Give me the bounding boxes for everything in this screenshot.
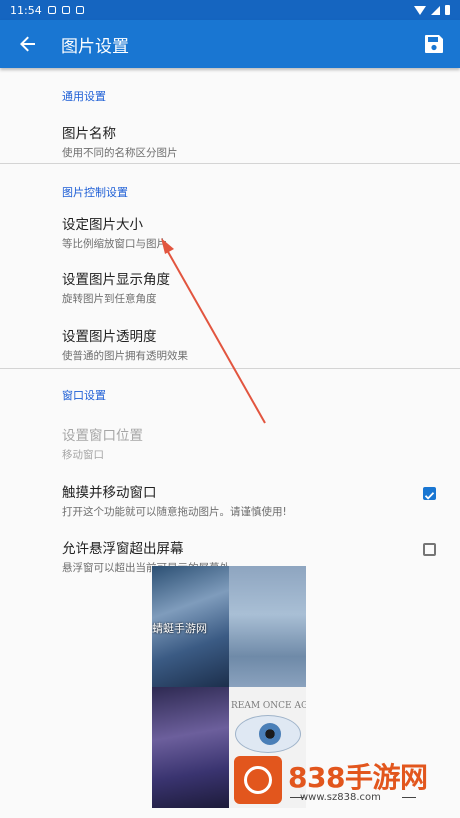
category-general: 通用设置 xyxy=(62,90,106,103)
category-control: 图片控制设置 xyxy=(62,186,128,199)
pref-summary: 打开这个功能就可以随意拖动图片。请谨慎使用! xyxy=(62,506,287,518)
pref-summary: 移动窗口 xyxy=(62,449,104,461)
page-title: 图片设置 xyxy=(61,36,129,57)
watermark-url: www.sz838.com xyxy=(300,792,381,803)
status-bar: 11:54 xyxy=(0,0,460,20)
category-window: 窗口设置 xyxy=(62,389,106,402)
image-text: REAM ONCE AGA xyxy=(231,701,306,711)
touch-move-checkbox[interactable] xyxy=(423,487,436,500)
notification-icon-3 xyxy=(75,6,84,14)
pref-image-angle[interactable]: 设置图片显示角度 旋转图片到任意角度 xyxy=(0,268,460,325)
image-tile xyxy=(229,566,306,687)
image-caption: 蜻蜓手游网 xyxy=(152,622,207,635)
pref-title: 设置图片显示角度 xyxy=(62,272,170,288)
notification-icon-2 xyxy=(61,6,70,14)
back-button[interactable] xyxy=(0,20,56,68)
pref-summary: 使普通的图片拥有透明效果 xyxy=(62,350,188,362)
app-bar: 图片设置 xyxy=(0,20,460,68)
watermark-line xyxy=(402,797,416,798)
check-icon xyxy=(424,492,435,500)
allow-offscreen-checkbox[interactable] xyxy=(423,543,436,556)
wifi-icon xyxy=(414,5,426,15)
pref-touch-move-window[interactable]: 触摸并移动窗口 打开这个功能就可以随意拖动图片。请谨慎使用! xyxy=(0,481,460,537)
pref-image-size[interactable]: 设定图片大小 等比例缩放窗口与图片 xyxy=(0,213,460,268)
pref-title: 图片名称 xyxy=(62,126,116,142)
pref-title: 设定图片大小 xyxy=(62,217,143,233)
pref-summary: 等比例缩放窗口与图片 xyxy=(62,238,167,250)
pref-image-name[interactable]: 图片名称 使用不同的名称区分图片 xyxy=(0,122,460,163)
pref-window-position: 设置窗口位置 移动窗口 xyxy=(0,424,460,481)
watermark-brand: 838手游网 xyxy=(288,761,428,794)
pref-image-opacity[interactable]: 设置图片透明度 使普通的图片拥有透明效果 xyxy=(0,325,460,368)
save-button[interactable] xyxy=(420,30,448,58)
pref-title: 触摸并移动窗口 xyxy=(62,485,157,501)
watermark-logo: 838手游网 www.sz838.com xyxy=(232,752,432,810)
signal-icon xyxy=(431,5,440,15)
image-tile: 蜻蜓手游网 xyxy=(152,566,229,687)
dragon-logo-icon xyxy=(234,756,282,804)
save-icon xyxy=(425,35,443,53)
arrow-back-icon xyxy=(20,36,35,52)
battery-icon xyxy=(445,5,450,15)
status-time: 11:54 xyxy=(10,3,42,17)
image-tile xyxy=(152,687,229,808)
settings-list: 通用设置 图片名称 使用不同的名称区分图片 图片控制设置 设定图片大小 等比例缩… xyxy=(0,68,460,577)
pref-summary: 使用不同的名称区分图片 xyxy=(62,147,178,159)
pref-summary: 旋转图片到任意角度 xyxy=(62,293,157,305)
pref-title: 设置图片透明度 xyxy=(62,329,157,345)
eye-image xyxy=(235,715,301,753)
pref-title: 设置窗口位置 xyxy=(62,428,143,444)
notification-icon xyxy=(47,6,56,14)
pref-title: 允许悬浮窗超出屏幕 xyxy=(62,541,184,557)
